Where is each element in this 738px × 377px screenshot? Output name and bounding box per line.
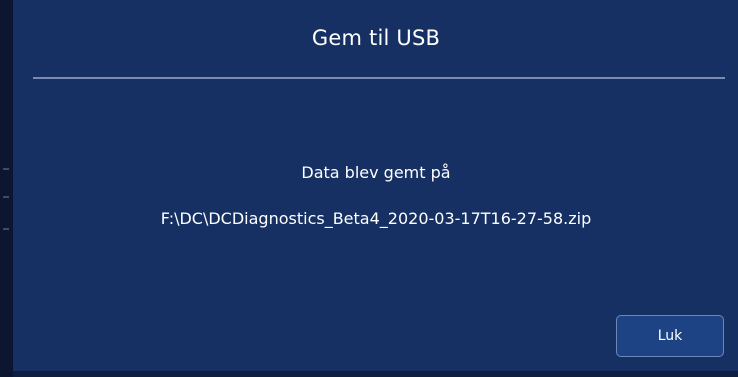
dialog-title: Gem til USB [311,26,441,50]
saved-file-path: F:\DC\DCDiagnostics_Beta4_2020-03-17T16-… [160,209,592,228]
background-divider-mark [3,168,9,170]
background-divider-mark [3,228,9,230]
dialog-bottom-edge [13,371,738,377]
save-confirmation-message: Data blev gemt på [301,163,451,182]
close-button[interactable]: Luk [616,315,724,357]
title-divider [33,77,725,79]
background-divider-mark [3,196,9,198]
screen-background: Gem til USB Data blev gemt på F:\DC\DCDi… [0,0,738,377]
save-to-usb-dialog: Gem til USB Data blev gemt på F:\DC\DCDi… [12,0,738,377]
background-app-edge [0,0,12,377]
